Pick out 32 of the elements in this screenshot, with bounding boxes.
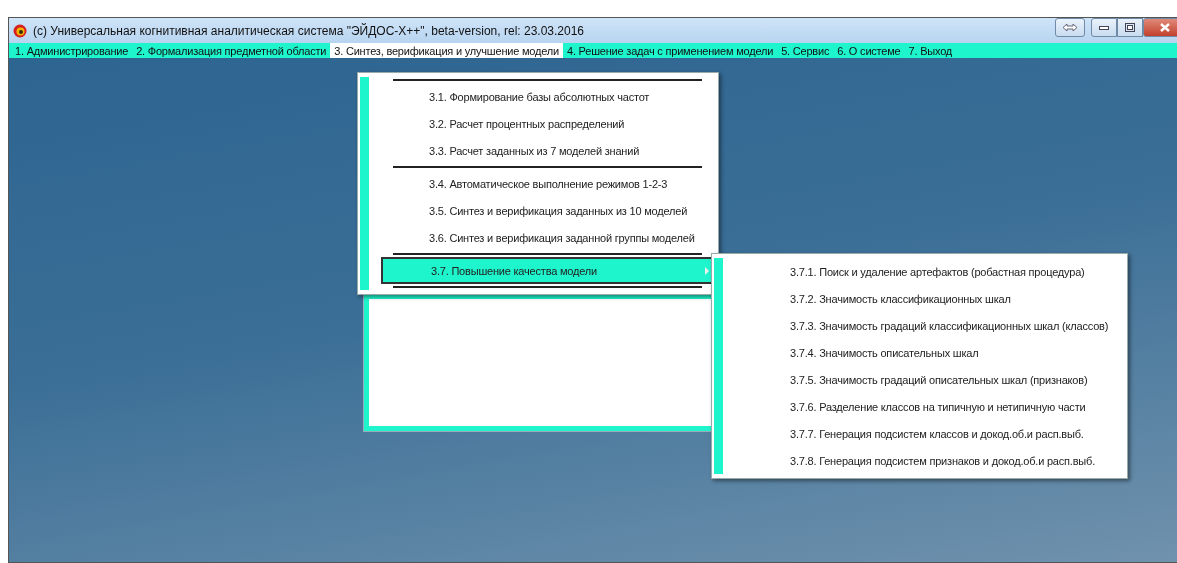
menu-bar-item[interactable]: 7. Выход [904, 43, 957, 58]
double-arrow-icon [1062, 23, 1078, 32]
menu-item[interactable]: 3.5. Синтез и верификация заданных из 10 моделей [381, 197, 714, 224]
menu-item[interactable]: 3.4. Автоматическое выполнение режимов 1-2-3 [381, 170, 714, 197]
menu-item[interactable]: 3.7.2. Значимость классификационных шкал [735, 285, 1123, 312]
app-logo-icon [13, 23, 27, 38]
menu-item[interactable]: 3.7.4. Значимость описательных шкал [735, 339, 1123, 366]
maximize-button[interactable] [1117, 18, 1143, 37]
menu-item[interactable]: 3.7. Повышение качества модели [381, 257, 714, 284]
menu-item[interactable]: 3.7.6. Разделение классов на типичную и нетипичную части [735, 393, 1123, 420]
menu-item[interactable]: 3.7.3. Значимость градаций классификационных шкал (классов) [735, 312, 1123, 339]
menu-bar-item[interactable]: 5. Сервис [777, 43, 834, 58]
menu-item[interactable]: 3.3. Расчет заданных из 7 моделей знаний [381, 137, 714, 164]
menu-item[interactable]: 3.1. Формирование базы абсолютных частот [381, 83, 714, 110]
menu-item[interactable]: 3.6. Синтез и верификация заданной группы моделей [381, 224, 714, 251]
close-button[interactable] [1143, 18, 1177, 37]
menu-item[interactable]: 3.2. Расчет процентных распределений [381, 110, 714, 137]
minimize-button[interactable] [1091, 18, 1117, 37]
minimize-icon [1099, 25, 1109, 30]
menu-bar-item[interactable]: 3. Синтез, верификация и улучшение модели [330, 43, 563, 58]
menu-item[interactable]: 3.7.1. Поиск и удаление артефактов (робастная процедура) [735, 258, 1123, 285]
close-icon [1160, 23, 1170, 32]
menu-bar-item[interactable]: 6. О системе [833, 43, 905, 58]
maximize-icon [1125, 23, 1135, 32]
menu-item[interactable]: 3.7.7. Генерация подсистем классов и докод.об.и расп.выб. [735, 420, 1123, 447]
menu-item[interactable]: 3.7.5. Значимость градаций описательных шкал (признаков) [735, 366, 1123, 393]
window-title: (c) Универсальная когнитивная аналитическая система "ЭЙДОС-X++", beta-version, rel: 23.03.2016 [33, 23, 586, 38]
menu-bar-item[interactable]: 1. Администрирование [11, 43, 133, 58]
menu-bar-item[interactable]: 2. Формализация предметной области [132, 43, 331, 58]
double-arrow-button[interactable] [1055, 18, 1085, 37]
menu-bar-item[interactable]: 4. Решение задач с применением модели [562, 43, 778, 58]
menu-item[interactable]: 3.7.8. Генерация подсистем признаков и докод.об.и расп.выб. [735, 447, 1123, 474]
